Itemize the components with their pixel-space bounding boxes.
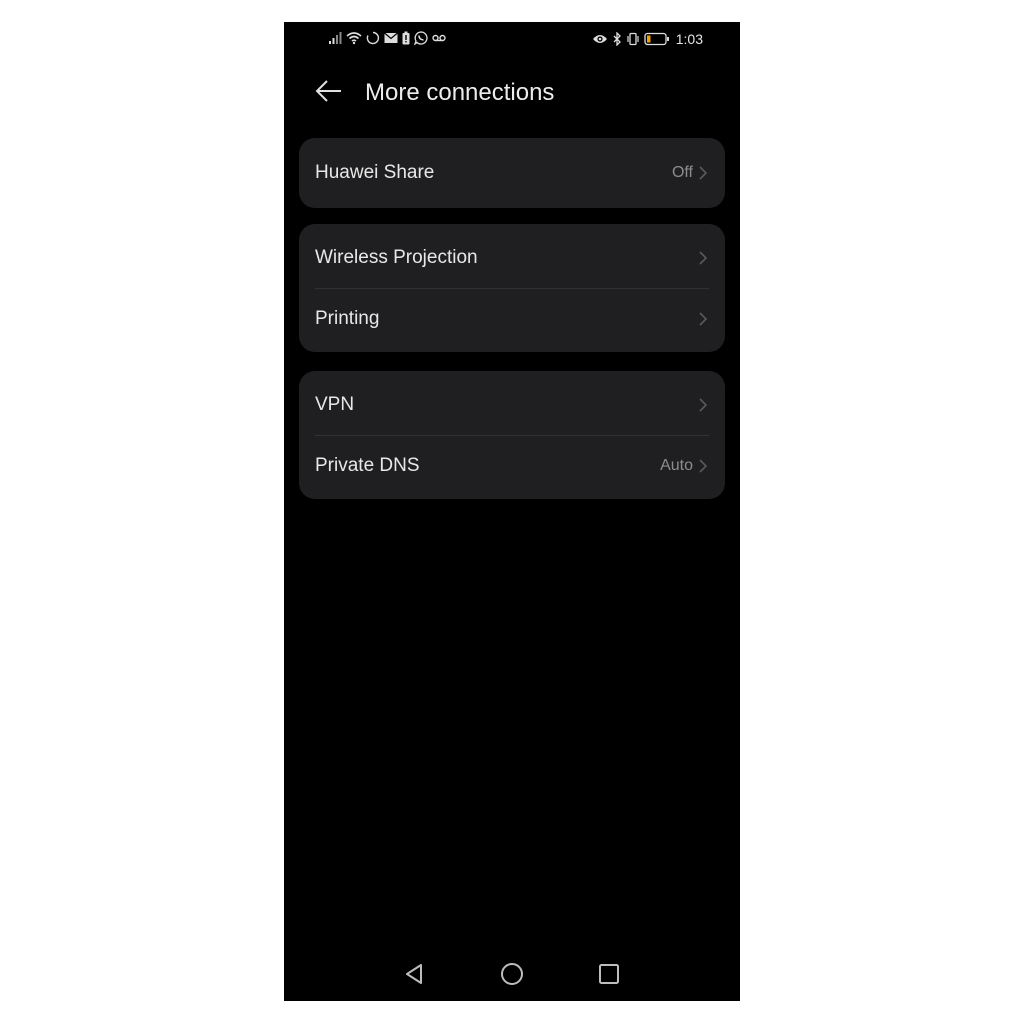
- wireless-projection-item[interactable]: Wireless Projection: [299, 227, 725, 288]
- row-label: Huawei Share: [315, 162, 435, 183]
- bluetooth-icon: [612, 32, 622, 46]
- chevron-right-icon: [699, 165, 709, 181]
- chevron-right-icon: [699, 311, 709, 327]
- chevron-right-icon: [699, 458, 709, 474]
- page-header: More connections: [284, 72, 740, 116]
- settings-group-share: Huawei Share Off: [299, 138, 725, 208]
- back-triangle-icon: [404, 963, 424, 990]
- row-label: VPN: [315, 393, 355, 415]
- back-button[interactable]: [312, 78, 346, 108]
- wifi-icon: [346, 31, 362, 45]
- page-title: More connections: [365, 79, 555, 106]
- status-time: 1:03: [675, 31, 703, 47]
- whatsapp-icon: [414, 31, 428, 45]
- printing-item[interactable]: Printing: [299, 288, 725, 349]
- vibrate-icon: [626, 32, 640, 46]
- row-value: Auto: [660, 456, 693, 474]
- sync-icon: [366, 31, 380, 45]
- arrow-left-icon: [315, 79, 343, 108]
- signal-icon: [328, 31, 342, 45]
- row-label: Wireless Projection: [315, 246, 478, 268]
- settings-group-network: VPN Private DNS Auto: [299, 371, 725, 499]
- row-value: Off: [671, 164, 693, 181]
- chevron-right-icon: [699, 397, 709, 413]
- eye-icon: [592, 32, 608, 46]
- huawei-share-item[interactable]: Huawei Share Off: [299, 138, 725, 208]
- private-dns-item[interactable]: Private DNS Auto: [299, 435, 725, 496]
- navigation-bar: [284, 951, 740, 1001]
- battery-alert-icon: [402, 31, 410, 45]
- nav-recents-button[interactable]: [594, 961, 624, 991]
- divider: [315, 435, 709, 436]
- recents-square-icon: [598, 963, 620, 990]
- chevron-right-icon: [699, 250, 709, 266]
- divider: [315, 288, 709, 289]
- row-label: Printing: [315, 307, 380, 329]
- nav-home-button[interactable]: [497, 961, 527, 991]
- battery-icon: [644, 32, 670, 46]
- settings-group-projection: Wireless Projection Printing: [299, 224, 725, 352]
- row-label: Private DNS: [315, 454, 420, 476]
- voicemail-icon: [432, 31, 446, 45]
- vpn-item[interactable]: VPN: [299, 374, 725, 435]
- status-bar: 1:03: [284, 22, 740, 58]
- phone-screen: 1:03 More connections Huawei Share Off W…: [284, 22, 740, 1001]
- nav-back-button[interactable]: [399, 961, 429, 991]
- home-circle-icon: [500, 962, 524, 991]
- mail-icon: [384, 31, 398, 45]
